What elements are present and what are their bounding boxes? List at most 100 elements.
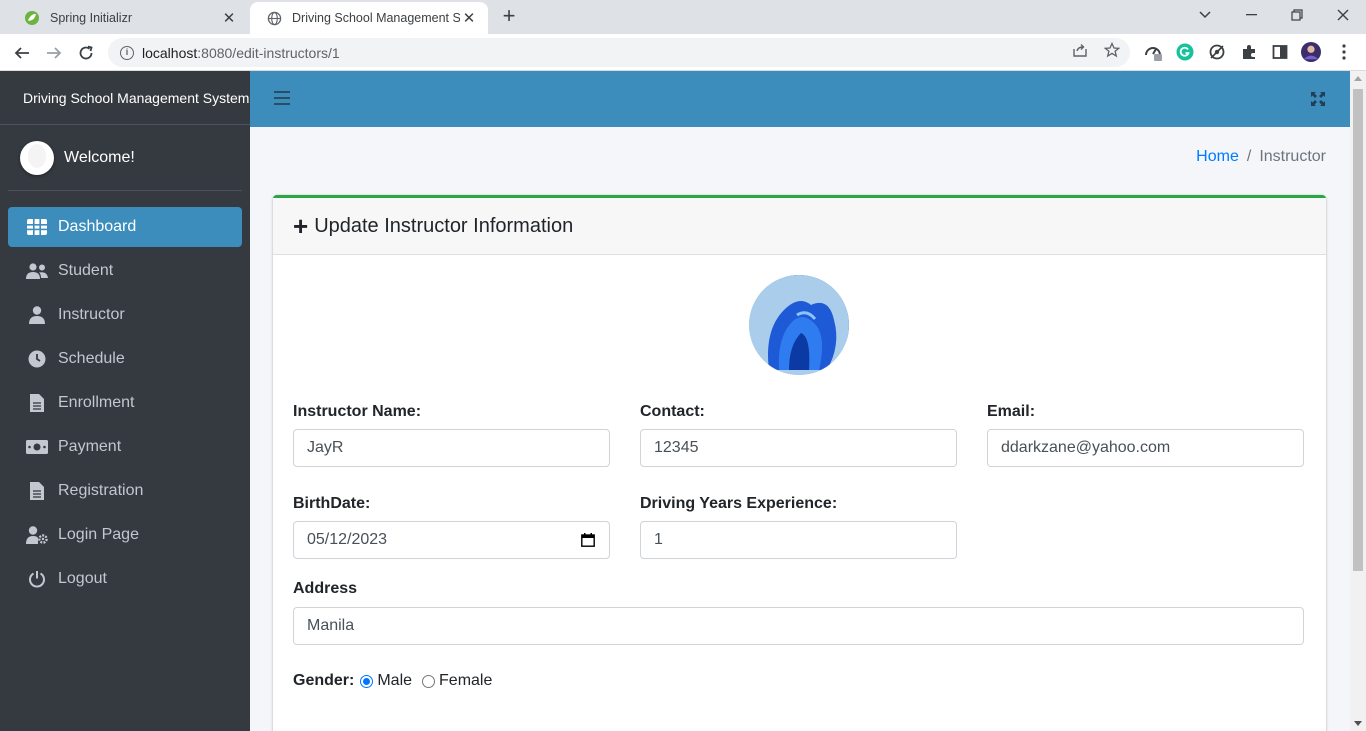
sidebar-item-label: Instructor bbox=[58, 306, 125, 323]
sidebar-item-label: Login Page bbox=[58, 526, 139, 543]
sidebar-item-payment[interactable]: Payment bbox=[8, 427, 242, 467]
profile-avatar-icon[interactable] bbox=[1301, 42, 1321, 62]
site-info-icon[interactable]: i bbox=[120, 45, 134, 60]
sidebar: Driving School Management System Welcome… bbox=[0, 71, 250, 731]
sidebar-item-registration[interactable]: Registration bbox=[8, 471, 242, 511]
fullscreen-icon[interactable] bbox=[1310, 91, 1326, 107]
globe-icon bbox=[266, 10, 282, 26]
birthdate-label: BirthDate: bbox=[293, 495, 371, 512]
reload-icon[interactable] bbox=[73, 40, 99, 66]
new-tab-button[interactable]: + bbox=[498, 5, 520, 29]
content-wrapper: Home / Instructor + Update Instructor In… bbox=[250, 127, 1350, 731]
close-tab-icon[interactable]: ✕ bbox=[460, 9, 478, 27]
close-window-button[interactable] bbox=[1320, 0, 1366, 30]
clock-icon bbox=[26, 349, 48, 369]
top-navbar bbox=[250, 71, 1350, 127]
gender-female-radio[interactable] bbox=[422, 674, 436, 688]
breadcrumb: Home / Instructor bbox=[1196, 148, 1326, 166]
gender-group: Gender: Male Female bbox=[293, 672, 492, 690]
contact-label: Contact: bbox=[640, 403, 705, 420]
performance-extension-icon[interactable] bbox=[1143, 42, 1163, 62]
money-icon bbox=[26, 437, 48, 457]
card-title: Update Instructor Information bbox=[314, 214, 574, 237]
sidebar-item-dashboard[interactable]: Dashboard bbox=[8, 207, 242, 247]
instructor-photo bbox=[749, 275, 849, 375]
plus-icon: + bbox=[293, 211, 309, 241]
bookmark-star-icon[interactable] bbox=[1103, 41, 1121, 59]
sidebar-item-student[interactable]: Student bbox=[8, 251, 242, 291]
sidebar-item-enrollment[interactable]: Enrollment bbox=[8, 383, 242, 423]
browser-menu-icon[interactable] bbox=[1334, 42, 1354, 62]
address-input[interactable]: Manila bbox=[293, 607, 1304, 645]
sidebar-item-label: Schedule bbox=[58, 350, 125, 367]
tab-title: Spring Initializr bbox=[50, 11, 132, 25]
scroll-down-arrow-icon[interactable] bbox=[1354, 721, 1362, 726]
breadcrumb-current: Instructor bbox=[1259, 148, 1326, 165]
sidebar-item-label: Logout bbox=[58, 570, 107, 587]
sidebar-item-label: Enrollment bbox=[58, 394, 135, 411]
browser-tab-driving-school[interactable]: Driving School Management System ✕ bbox=[250, 2, 488, 34]
restore-button[interactable] bbox=[1274, 0, 1320, 30]
sidebar-nav: Dashboard Student Instructor Schedule En… bbox=[0, 191, 250, 599]
sidebar-item-label: Payment bbox=[58, 438, 122, 455]
birthdate-input[interactable]: 05/12/2023 bbox=[293, 521, 610, 559]
minimize-button[interactable] bbox=[1228, 0, 1274, 30]
scroll-up-arrow-icon[interactable] bbox=[1354, 76, 1362, 81]
scrollbar-thumb[interactable] bbox=[1353, 89, 1363, 571]
experience-input[interactable]: 1 bbox=[640, 521, 957, 559]
sidebar-item-login-page[interactable]: Login Page bbox=[8, 515, 242, 555]
update-instructor-card: + Update Instructor Information Instruct… bbox=[273, 195, 1326, 731]
hamburger-menu-icon[interactable] bbox=[274, 91, 290, 105]
page-scrollbar[interactable] bbox=[1350, 71, 1366, 731]
browser-tab-spring-initializr[interactable]: Spring Initializr ✕ bbox=[8, 2, 248, 34]
card-header: + Update Instructor Information bbox=[273, 198, 1326, 255]
contact-input[interactable]: 12345 bbox=[640, 429, 957, 467]
grid-icon bbox=[26, 217, 48, 237]
address-label: Address bbox=[293, 580, 358, 597]
experience-label: Driving Years Experience: bbox=[640, 495, 838, 512]
user-avatar-icon[interactable] bbox=[20, 140, 54, 175]
extensions-puzzle-icon[interactable] bbox=[1239, 42, 1259, 62]
brand-link[interactable]: Driving School Management System bbox=[0, 71, 250, 125]
back-arrow-icon[interactable] bbox=[9, 40, 35, 66]
tab-title: Driving School Management System bbox=[292, 11, 460, 25]
privacy-extension-icon[interactable] bbox=[1207, 42, 1227, 62]
file-icon bbox=[26, 481, 48, 501]
side-panel-icon[interactable] bbox=[1270, 42, 1290, 62]
address-bar[interactable]: i localhost:8080/edit-instructors/1 bbox=[108, 38, 1130, 67]
close-tab-icon[interactable]: ✕ bbox=[220, 9, 238, 27]
file-icon bbox=[26, 393, 48, 413]
user-icon bbox=[26, 305, 48, 325]
spring-leaf-icon bbox=[24, 10, 40, 26]
calendar-icon[interactable] bbox=[581, 533, 595, 547]
welcome-text: Welcome! bbox=[64, 148, 135, 166]
email-input[interactable]: ddarkzane@yahoo.com bbox=[987, 429, 1304, 467]
sidebar-item-instructor[interactable]: Instructor bbox=[8, 295, 242, 335]
sidebar-item-logout[interactable]: Logout bbox=[8, 559, 242, 599]
breadcrumb-separator: / bbox=[1246, 148, 1252, 165]
instructor-name-label: Instructor Name: bbox=[293, 403, 422, 420]
instructor-name-input[interactable]: JayR bbox=[293, 429, 610, 467]
birthdate-value: 05/12/2023 bbox=[307, 531, 388, 548]
breadcrumb-home-link[interactable]: Home bbox=[1196, 148, 1239, 166]
users-icon bbox=[26, 261, 48, 281]
browser-toolbar: i localhost:8080/edit-instructors/1 bbox=[0, 34, 1366, 71]
gender-male-radio[interactable] bbox=[360, 674, 374, 688]
grammarly-icon[interactable] bbox=[1175, 42, 1195, 62]
email-label: Email: bbox=[987, 403, 1036, 420]
tab-search-chevron-icon[interactable] bbox=[1182, 0, 1228, 30]
forward-arrow-icon[interactable] bbox=[41, 40, 67, 66]
sidebar-item-label: Student bbox=[58, 262, 114, 279]
user-panel: Welcome! bbox=[8, 125, 242, 191]
gender-label: Gender: bbox=[293, 672, 355, 689]
sidebar-item-label: Dashboard bbox=[58, 218, 137, 235]
browser-tab-bar: Spring Initializr ✕ Driving School Manag… bbox=[0, 0, 1366, 34]
user-gear-icon bbox=[26, 525, 48, 545]
gender-female-label[interactable]: Female bbox=[439, 672, 492, 690]
share-icon[interactable] bbox=[1071, 41, 1089, 59]
sidebar-item-label: Registration bbox=[58, 482, 144, 499]
url-host: localhost bbox=[142, 44, 198, 61]
gender-male-label[interactable]: Male bbox=[377, 672, 412, 690]
url-path: :8080/edit-instructors/1 bbox=[197, 44, 340, 61]
sidebar-item-schedule[interactable]: Schedule bbox=[8, 339, 242, 379]
